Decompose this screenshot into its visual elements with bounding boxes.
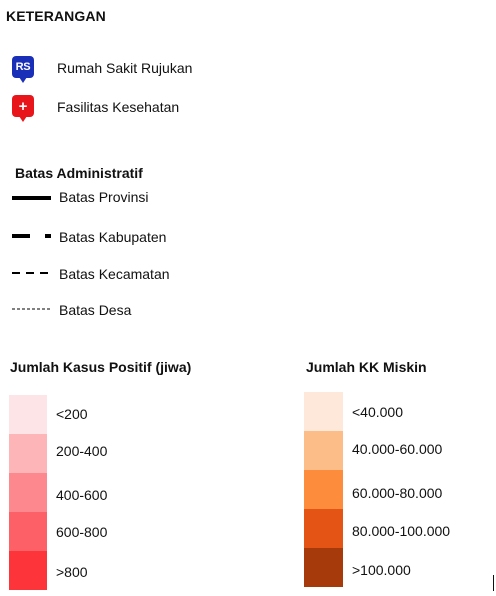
cases-class-label: 200-400 <box>56 443 108 459</box>
poverty-class-label: <40.000 <box>352 404 403 420</box>
text-cursor <box>493 575 494 591</box>
poverty-swatch <box>304 470 343 509</box>
cases-swatch <box>9 473 47 512</box>
cases-title: Jumlah Kasus Positif (jiwa) <box>10 359 192 375</box>
village-boundary-line-icon <box>12 308 52 310</box>
poverty-class-label: >100.000 <box>352 562 411 578</box>
poverty-class-label: 40.000-60.000 <box>352 441 443 457</box>
regency-boundary-line-icon <box>12 234 51 238</box>
rumah-sakit-marker-icon: RS <box>12 56 34 83</box>
province-boundary-label: Batas Provinsi <box>59 189 149 205</box>
poverty-class-label: 80.000-100.000 <box>352 523 451 539</box>
poverty-swatch <box>304 548 343 587</box>
district-boundary-label: Batas Kecamatan <box>59 266 170 282</box>
health-facility-label: Fasilitas Kesehatan <box>57 99 180 115</box>
cases-swatch <box>9 395 47 434</box>
boundaries-title: Batas Administratif <box>15 165 143 181</box>
village-boundary-label: Batas Desa <box>59 302 132 318</box>
province-boundary-line-icon <box>12 196 51 200</box>
cases-class-label: 600-800 <box>56 524 108 540</box>
cases-swatch <box>9 434 47 473</box>
cases-class-label: >800 <box>56 564 88 580</box>
health-facility-marker-icon: + <box>12 95 34 122</box>
legend-title: KETERANGAN <box>6 8 106 24</box>
cases-class-label: <200 <box>56 406 88 422</box>
cases-swatch <box>9 512 47 551</box>
regency-boundary-label: Batas Kabupaten <box>59 229 167 245</box>
poverty-title: Jumlah KK Miskin <box>306 359 427 375</box>
poverty-class-label: 60.000-80.000 <box>352 485 443 501</box>
district-boundary-line-icon <box>12 272 52 274</box>
cases-swatch <box>9 551 47 590</box>
cases-class-label: 400-600 <box>56 487 108 503</box>
rumah-sakit-label: Rumah Sakit Rujukan <box>57 60 193 76</box>
poverty-swatch <box>304 509 343 548</box>
poverty-swatch <box>304 431 343 470</box>
poverty-swatch <box>304 392 343 431</box>
